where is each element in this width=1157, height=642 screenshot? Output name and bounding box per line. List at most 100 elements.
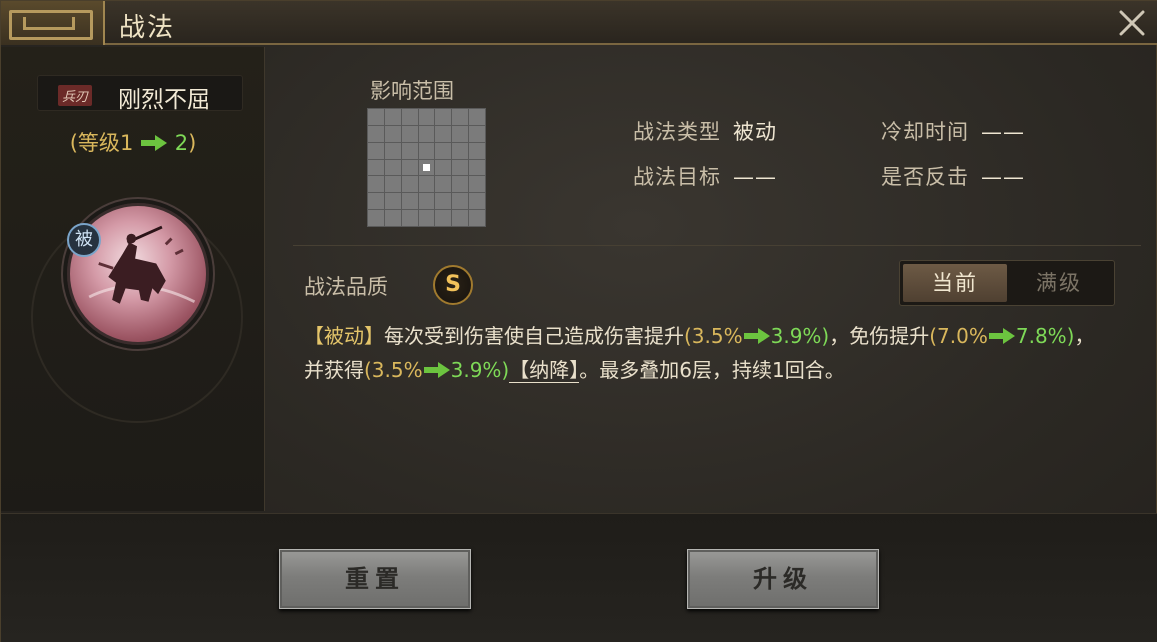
range-cell	[368, 125, 384, 142]
range-cell	[368, 210, 384, 226]
range-cell	[418, 210, 435, 226]
desc-value-to: 3.9%)	[450, 358, 510, 382]
skill-description: 【被动】每次受到伤害使自己造成伤害提升(3.5% 3.9%)，免伤提升(7.0% 7…	[304, 319, 1114, 387]
level-close: )	[188, 131, 197, 155]
range-cell	[368, 142, 384, 159]
upgrade-button[interactable]: 升级	[687, 549, 879, 609]
range-cell	[384, 159, 401, 176]
weapon-tag: 兵刃	[58, 85, 93, 106]
range-cell	[418, 142, 435, 159]
range-cell	[384, 109, 401, 125]
range-cell	[452, 176, 469, 193]
range-cell	[401, 159, 418, 176]
range-cell	[401, 176, 418, 193]
range-cell	[435, 210, 452, 226]
range-cell	[435, 159, 452, 176]
range-cell	[384, 210, 401, 226]
range-cell	[469, 109, 485, 125]
title-bar: 战法	[1, 1, 1157, 45]
quality-grade-badge: S	[433, 265, 473, 305]
level-from: 1	[119, 131, 134, 155]
level-to: 2	[174, 131, 189, 155]
range-cell	[368, 109, 384, 125]
range-cell	[435, 142, 452, 159]
desc-text: 。最多叠加6层，持续1回合。	[579, 358, 845, 382]
range-cell	[384, 176, 401, 193]
range-cell	[469, 193, 485, 210]
range-cell	[401, 142, 418, 159]
range-cell	[368, 176, 384, 193]
desc-value-from: (7.0%	[929, 324, 988, 348]
range-cell	[368, 159, 384, 176]
arrow-right-icon	[423, 362, 450, 378]
range-cell	[435, 176, 452, 193]
range-cell	[469, 159, 485, 176]
close-button[interactable]	[1116, 7, 1148, 39]
bottom-bar	[1, 513, 1157, 642]
arrow-right-icon	[743, 328, 770, 344]
skill-type-value: 被动	[733, 120, 777, 144]
skill-type-label: 战法类型	[633, 120, 721, 144]
range-cell	[401, 109, 418, 125]
range-cell-origin	[418, 159, 435, 176]
arrow-right-icon	[988, 328, 1015, 344]
arrow-right-icon	[141, 135, 167, 151]
divider	[293, 245, 1141, 246]
range-cell	[384, 125, 401, 142]
counter-label: 是否反击	[881, 165, 969, 189]
target-value: ——	[733, 165, 777, 189]
target-label: 战法目标	[633, 165, 721, 189]
level-view-toggle: 当前 满级	[899, 260, 1115, 306]
window-title: 战法	[119, 13, 176, 43]
status-link[interactable]: 【纳降】	[509, 358, 580, 383]
range-cell	[401, 125, 418, 142]
skill-name-box: 兵刃 刚烈不屈	[37, 75, 243, 113]
level-open: (等级	[69, 131, 120, 155]
desc-value-to: 7.8%)	[1015, 324, 1075, 348]
level-progress: (等级1 2)	[1, 127, 265, 157]
range-cell	[452, 193, 469, 210]
cooldown-row: 冷却时间 ——	[881, 116, 1025, 146]
range-grid	[367, 108, 486, 227]
range-cell	[418, 125, 435, 142]
range-cell	[401, 193, 418, 210]
range-cell	[418, 109, 435, 125]
counter-row: 是否反击 ——	[881, 161, 1025, 191]
cooldown-value: ——	[981, 120, 1025, 144]
range-cell	[435, 125, 452, 142]
range-cell	[401, 210, 418, 226]
desc-value-from: (3.5%	[684, 324, 743, 348]
skill-name: 刚烈不屈	[118, 87, 210, 113]
range-cell	[452, 142, 469, 159]
title-ornament-icon	[1, 1, 105, 45]
range-cell	[384, 193, 401, 210]
range-cell	[418, 176, 435, 193]
range-cell	[452, 210, 469, 226]
counter-value: ——	[981, 165, 1025, 189]
range-cell	[435, 109, 452, 125]
desc-value-from: (3.5%	[364, 358, 423, 382]
range-cell	[469, 176, 485, 193]
target-row: 战法目标 ——	[633, 161, 777, 191]
range-cell	[384, 142, 401, 159]
range-label: 影响范围	[370, 79, 454, 103]
range-cell	[469, 125, 485, 142]
desc-tag: 【被动】	[304, 324, 384, 348]
tab-max-level[interactable]: 满级	[1007, 264, 1111, 302]
range-cell	[435, 193, 452, 210]
tab-current[interactable]: 当前	[903, 264, 1007, 302]
passive-badge: 被	[67, 223, 101, 257]
desc-text: ，免伤提升	[829, 324, 930, 348]
reset-button[interactable]: 重置	[279, 549, 471, 609]
desc-text: 每次受到伤害使自己造成伤害提升	[384, 324, 684, 348]
range-cell	[452, 159, 469, 176]
cooldown-label: 冷却时间	[881, 120, 969, 144]
range-cell	[452, 109, 469, 125]
skill-type-row: 战法类型 被动	[633, 116, 777, 146]
range-cell	[469, 142, 485, 159]
close-icon	[1119, 10, 1145, 36]
desc-value-to: 3.9%)	[770, 324, 830, 348]
range-cell	[469, 210, 485, 226]
skill-window: 战法 兵刃 刚烈不屈 (等级1 2) 被 影响范围 战法类型 被动 冷却时间 —…	[0, 0, 1157, 642]
range-cell	[452, 125, 469, 142]
